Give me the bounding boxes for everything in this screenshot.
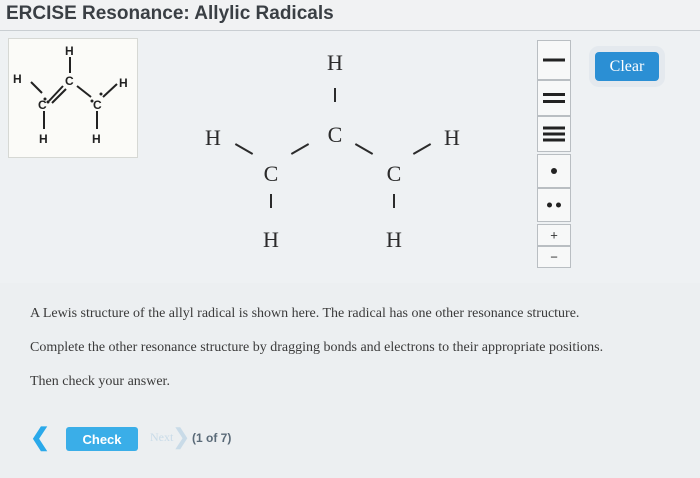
next-chevron-icon[interactable]: ❯ xyxy=(172,425,190,449)
thumb-atom-c-left: C xyxy=(38,98,47,112)
exercise-header: ERCISE Resonance: Allylic Radicals xyxy=(0,0,700,31)
thumb-atom-c-center: C xyxy=(65,74,74,88)
triple-bond-icon xyxy=(543,126,565,142)
single-electron-tool[interactable] xyxy=(537,154,571,188)
negative-charge-tool[interactable]: − xyxy=(537,246,571,268)
thumb-atom-h-top: H xyxy=(65,44,74,58)
atom-h-bottom-left[interactable]: H xyxy=(263,229,279,251)
atom-h-left[interactable]: H xyxy=(205,127,221,149)
thumb-atom-c-right: C xyxy=(93,98,102,112)
electron-pair-tool[interactable] xyxy=(537,188,571,222)
double-bond-tool[interactable] xyxy=(537,80,571,116)
electron-pair-icon xyxy=(547,202,561,208)
back-chevron-icon[interactable]: ❮ xyxy=(30,426,56,450)
next-button[interactable]: Next xyxy=(150,430,173,445)
positive-charge-tool[interactable]: + xyxy=(537,224,571,246)
bond-c-right-h-bottom[interactable] xyxy=(393,194,395,208)
reference-structure-drawing: H C H C C H H H xyxy=(13,44,128,146)
question-progress: (1 of 7) xyxy=(192,431,232,445)
atom-h-bottom-right[interactable]: H xyxy=(386,229,402,251)
single-bond-tool[interactable] xyxy=(537,40,571,80)
drawing-toolbar: + − xyxy=(537,40,573,268)
instructions: A Lewis structure of the allyl radical i… xyxy=(30,302,690,394)
atom-h-right[interactable]: H xyxy=(444,127,460,149)
check-button[interactable]: Check xyxy=(66,427,138,451)
footer-nav: ❮ Check Next ❯ (1 of 7) xyxy=(30,424,430,454)
instruction-line-1: A Lewis structure of the allyl radical i… xyxy=(30,306,580,321)
page-title: ERCISE Resonance: Allylic Radicals xyxy=(6,3,334,24)
atom-c-right[interactable]: C xyxy=(387,163,402,185)
single-electron-icon xyxy=(551,168,557,174)
bond-c-left-h-bottom[interactable] xyxy=(270,194,272,208)
atom-h-top[interactable]: H xyxy=(327,52,343,74)
clear-button[interactable]: Clear xyxy=(595,52,659,81)
bond-h-top-c-center[interactable] xyxy=(334,88,336,102)
instruction-line-2: Complete the other resonance structure b… xyxy=(30,340,604,355)
reference-structure-thumbnail: H C H C C H H H xyxy=(8,38,138,158)
double-bond-icon xyxy=(543,93,565,103)
single-bond-icon xyxy=(543,58,565,62)
thumb-atom-h-bottom-left: H xyxy=(39,132,48,146)
atom-c-left[interactable]: C xyxy=(264,163,279,185)
thumb-atom-h-bottom-right: H xyxy=(92,132,101,146)
thumb-atom-h-left: H xyxy=(13,72,22,86)
thumb-atom-h-right: H xyxy=(119,76,128,90)
triple-bond-tool[interactable] xyxy=(537,116,571,152)
atom-c-center[interactable]: C xyxy=(328,124,343,146)
instruction-line-3: Then check your answer. xyxy=(30,374,170,389)
minus-icon: − xyxy=(550,249,558,265)
plus-icon: + xyxy=(550,227,558,243)
